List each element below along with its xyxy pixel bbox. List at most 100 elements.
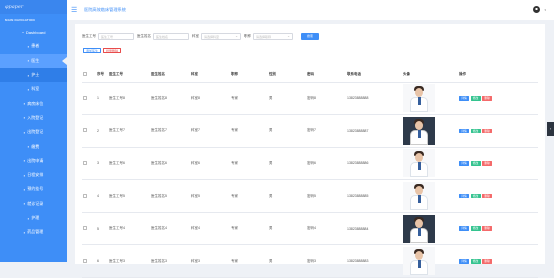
sidebar-item-doctors[interactable]: ▪ 医生 bbox=[0, 53, 67, 68]
table-row[interactable]: 6 医生工号3 医生姓名3 科室3 专家男密码3 13823888883 详情 修改 删除 bbox=[82, 244, 538, 278]
gender-cell: 男 bbox=[268, 147, 306, 181]
ops-cell: 详情 修改 删除 bbox=[458, 244, 538, 278]
ops-cell: 详情 修改 删除 bbox=[458, 212, 538, 246]
dept-cell: 科室4 bbox=[190, 212, 230, 246]
checkbox[interactable] bbox=[83, 193, 87, 198]
delete-button[interactable]: 删除 bbox=[482, 193, 492, 199]
checkbox[interactable] bbox=[83, 160, 87, 165]
sidebar-item-care[interactable]: ▪ 护理 bbox=[0, 211, 67, 225]
checkbox[interactable] bbox=[83, 258, 87, 263]
checkbox[interactable] bbox=[83, 226, 87, 231]
sidebar-item-schedule[interactable]: ▪ 日程安排 bbox=[0, 168, 67, 182]
sidebar-item-discharge[interactable]: ▪ 出院登记 bbox=[0, 125, 67, 139]
sidebar-item-label: 护理 bbox=[31, 215, 40, 220]
password-cell: 密码6 bbox=[306, 147, 346, 181]
title-cell: 专家 bbox=[230, 114, 268, 148]
edit-button[interactable]: 修改 bbox=[470, 193, 481, 199]
delete-button[interactable]: 删除 bbox=[482, 96, 492, 101]
sidebar-item-label: 病房床位 bbox=[27, 100, 44, 106]
detail-button[interactable]: 详情 bbox=[459, 161, 469, 166]
sidebar-item-label: 患者 bbox=[31, 43, 40, 49]
title-cell: 专家 bbox=[230, 179, 268, 213]
search-button[interactable]: 搜索 bbox=[301, 32, 319, 40]
add-doctor-button[interactable]: 添加医生 bbox=[83, 48, 102, 53]
sidebar-item-records[interactable]: ▪ 就诊记录 bbox=[0, 197, 67, 211]
doctor-name-input[interactable]: 医生姓名 bbox=[153, 32, 189, 40]
column-header: 头像 bbox=[402, 68, 458, 83]
row-checkbox[interactable] bbox=[82, 114, 96, 148]
sidebar-item-nurses[interactable]: ▪ 护士 bbox=[0, 67, 67, 83]
delete-button[interactable]: 删除 bbox=[482, 259, 492, 264]
row-checkbox[interactable] bbox=[82, 147, 96, 181]
detail-button[interactable]: 详情 bbox=[459, 226, 469, 231]
menu-toggle-icon[interactable]: ☰ bbox=[71, 7, 79, 14]
phone-cell: 13823888887 bbox=[346, 114, 402, 148]
gender-cell: 男 bbox=[268, 82, 306, 116]
edit-button[interactable]: 修改 bbox=[470, 128, 481, 134]
doctor-no-input[interactable]: 医生工号 bbox=[98, 32, 134, 40]
table-row[interactable]: 4 医生工号5 医生姓名5 科室5 专家男密码5 13823888885 详情 修改 删除 bbox=[82, 179, 538, 213]
sidebar-item-patients[interactable]: ▪ 患者 bbox=[0, 39, 67, 53]
doctor-name-cell: 医生姓名5 bbox=[150, 179, 190, 213]
avatar-cell bbox=[402, 212, 458, 246]
edit-button[interactable]: 修改 bbox=[470, 161, 481, 166]
delete-button[interactable]: 删除 bbox=[482, 161, 492, 166]
table-row[interactable]: 5 医生工号4 医生姓名4 科室4 专家男密码4 13823888884 详情 修改 删除 bbox=[82, 212, 538, 246]
delete-button[interactable]: 删除 bbox=[482, 226, 492, 231]
sidebar-item-admission[interactable]: ▪ 入院登记 bbox=[0, 111, 67, 125]
detail-button[interactable]: 详情 bbox=[459, 128, 469, 134]
sidebar-item-departments[interactable]: ▪ 科室 bbox=[0, 82, 67, 96]
detail-button[interactable]: 详情 bbox=[459, 193, 469, 199]
sidebar-item-payment[interactable]: ▪ 缴费 bbox=[0, 139, 67, 153]
nav-section-title: MAIN NAVIGATION bbox=[5, 18, 35, 22]
batch-delete-button[interactable]: 批量删除 bbox=[103, 48, 122, 53]
checkbox[interactable] bbox=[83, 128, 87, 133]
doctor-photo bbox=[403, 214, 435, 243]
doctor-icon: ▪ bbox=[27, 58, 30, 64]
row-checkbox[interactable] bbox=[82, 244, 96, 278]
scrollbar[interactable] bbox=[546, 20, 554, 262]
password-cell: 密码7 bbox=[306, 114, 346, 148]
user-avatar[interactable] bbox=[533, 6, 540, 13]
table-row[interactable]: 2 医生工号7 医生姓名7 科室7 专家男密码7 13823888887 详情 修改 删除 bbox=[82, 114, 538, 148]
row-checkbox[interactable] bbox=[82, 212, 96, 246]
doctor-name-cell: 医生姓名6 bbox=[150, 147, 190, 181]
gender-cell: 男 bbox=[268, 244, 306, 278]
detail-button[interactable]: 详情 bbox=[459, 259, 469, 264]
doctor-photo bbox=[403, 84, 435, 113]
sidebar-item-discharge-apply[interactable]: ▪ 出院申请 bbox=[0, 154, 67, 168]
sidebar-item-label: 入院登记 bbox=[27, 114, 44, 120]
filter-bar: 医生工号 医生工号 医生姓名 医生姓名 科室 请选择科室 职称 请选择职称 搜索 bbox=[75, 24, 545, 48]
side-panel-toggle[interactable]: › bbox=[547, 122, 554, 136]
sidebar-item-dashboard[interactable]: ◔ Dashboard bbox=[0, 25, 67, 39]
title-cell: 专家 bbox=[230, 147, 268, 181]
logo[interactable]: φpaper bbox=[0, 0, 67, 14]
column-header: 性别 bbox=[268, 68, 306, 83]
doctor-name-cell: 医生姓名3 bbox=[150, 244, 190, 278]
sidebar-item-medicine[interactable]: ▪ 药品管理 bbox=[0, 225, 67, 239]
edit-button[interactable]: 修改 bbox=[470, 226, 481, 231]
row-checkbox[interactable] bbox=[82, 82, 96, 116]
delete-button[interactable]: 删除 bbox=[482, 128, 492, 134]
row-checkbox[interactable] bbox=[82, 179, 96, 213]
edit-button[interactable]: 修改 bbox=[470, 259, 481, 264]
table-row[interactable]: 1 医生工号8 医生姓名8 科室8 专家男密码8 13823888888 详情 修改 删除 bbox=[82, 82, 538, 116]
sidebar-item-label: Dashboard bbox=[25, 29, 46, 35]
dept-select[interactable]: 请选择科室 bbox=[201, 32, 241, 40]
edit-button[interactable]: 修改 bbox=[470, 96, 481, 101]
app-title: 医院高效临床管理系统 bbox=[84, 7, 126, 12]
row-actions: 详情 修改 删除 bbox=[459, 128, 538, 134]
sidebar-item-beds[interactable]: ▪ 病房床位 bbox=[0, 96, 67, 110]
logo-text: φpaper bbox=[5, 4, 24, 10]
checkbox[interactable] bbox=[83, 95, 87, 100]
detail-button[interactable]: 详情 bbox=[459, 96, 469, 101]
chevron-down-icon[interactable]: ▾ bbox=[544, 8, 546, 12]
title-select[interactable]: 请选择职称 bbox=[253, 32, 293, 40]
select-all-checkbox[interactable] bbox=[82, 68, 96, 83]
care-icon: ▪ bbox=[27, 215, 30, 221]
sidebar-item-label: 缴费 bbox=[31, 143, 40, 149]
sidebar-item-appointment[interactable]: ▪ 预约挂号 bbox=[0, 182, 67, 196]
table-row[interactable]: 3 医生工号6 医生姓名6 科室6 专家男密码6 13823888886 详情 修改 删除 bbox=[82, 147, 538, 181]
column-header: 操作 bbox=[458, 68, 538, 83]
column-header: 医生姓名 bbox=[150, 68, 190, 83]
